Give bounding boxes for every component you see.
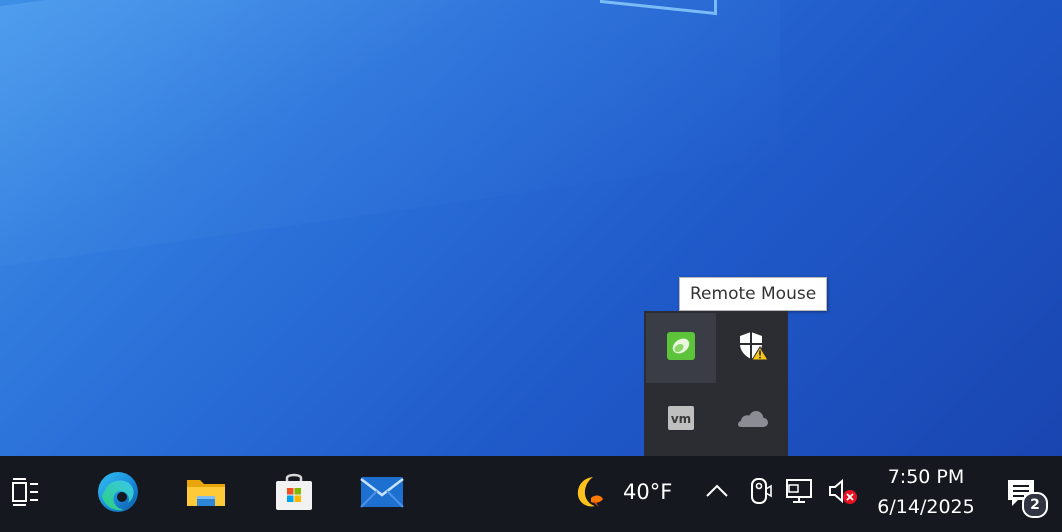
- task-view-icon: [11, 477, 41, 511]
- file-explorer-icon: [185, 474, 227, 514]
- taskbar: 40°F 7:50 PM 6/14/2025 2: [0, 456, 1062, 532]
- microsoft-store-icon: [273, 471, 315, 517]
- weather-widget-icon-button[interactable]: [565, 470, 613, 518]
- volume-muted-icon: [827, 477, 859, 509]
- clock-date[interactable]: 6/14/2025: [872, 494, 980, 520]
- microsoft-store-taskbar-button[interactable]: [270, 470, 318, 518]
- edge-icon: [96, 470, 140, 518]
- weather-temperature[interactable]: 40°F: [623, 480, 672, 504]
- tray-item-windows-security[interactable]: [718, 313, 788, 383]
- task-view-button[interactable]: [2, 470, 50, 518]
- onedrive-icon: [737, 407, 769, 433]
- moon-icon: [571, 474, 607, 514]
- notification-icon: 2: [1002, 472, 1048, 518]
- notification-count-badge: 2: [1022, 492, 1048, 518]
- meet-now-icon: [747, 477, 773, 509]
- show-hidden-icons-button[interactable]: [702, 476, 732, 510]
- meet-now-button[interactable]: [745, 476, 775, 510]
- mail-icon: [359, 474, 405, 514]
- action-center-button[interactable]: 2: [998, 470, 1050, 518]
- mail-taskbar-button[interactable]: [358, 470, 406, 518]
- tray-item-vmware[interactable]: vm: [646, 385, 716, 455]
- desktop-background: [0, 0, 1062, 456]
- tray-item-onedrive[interactable]: [718, 385, 788, 455]
- wallpaper-light-beam: [0, 0, 780, 284]
- tray-overflow-flyout: vm: [644, 311, 788, 456]
- remote-mouse-icon: [666, 331, 696, 365]
- edge-taskbar-button[interactable]: [94, 470, 142, 518]
- chevron-up-icon: [705, 483, 729, 503]
- tray-item-remote-mouse[interactable]: [646, 313, 716, 383]
- file-explorer-taskbar-button[interactable]: [182, 470, 230, 518]
- network-button[interactable]: [786, 476, 816, 510]
- clock-time[interactable]: 7:50 PM: [880, 464, 972, 490]
- vmware-icon: vm: [667, 405, 695, 435]
- svg-text:vm: vm: [671, 412, 691, 426]
- volume-button[interactable]: [828, 476, 858, 510]
- network-icon: [785, 477, 817, 509]
- tooltip: Remote Mouse: [679, 277, 828, 311]
- windows-security-warning-icon: [737, 330, 769, 366]
